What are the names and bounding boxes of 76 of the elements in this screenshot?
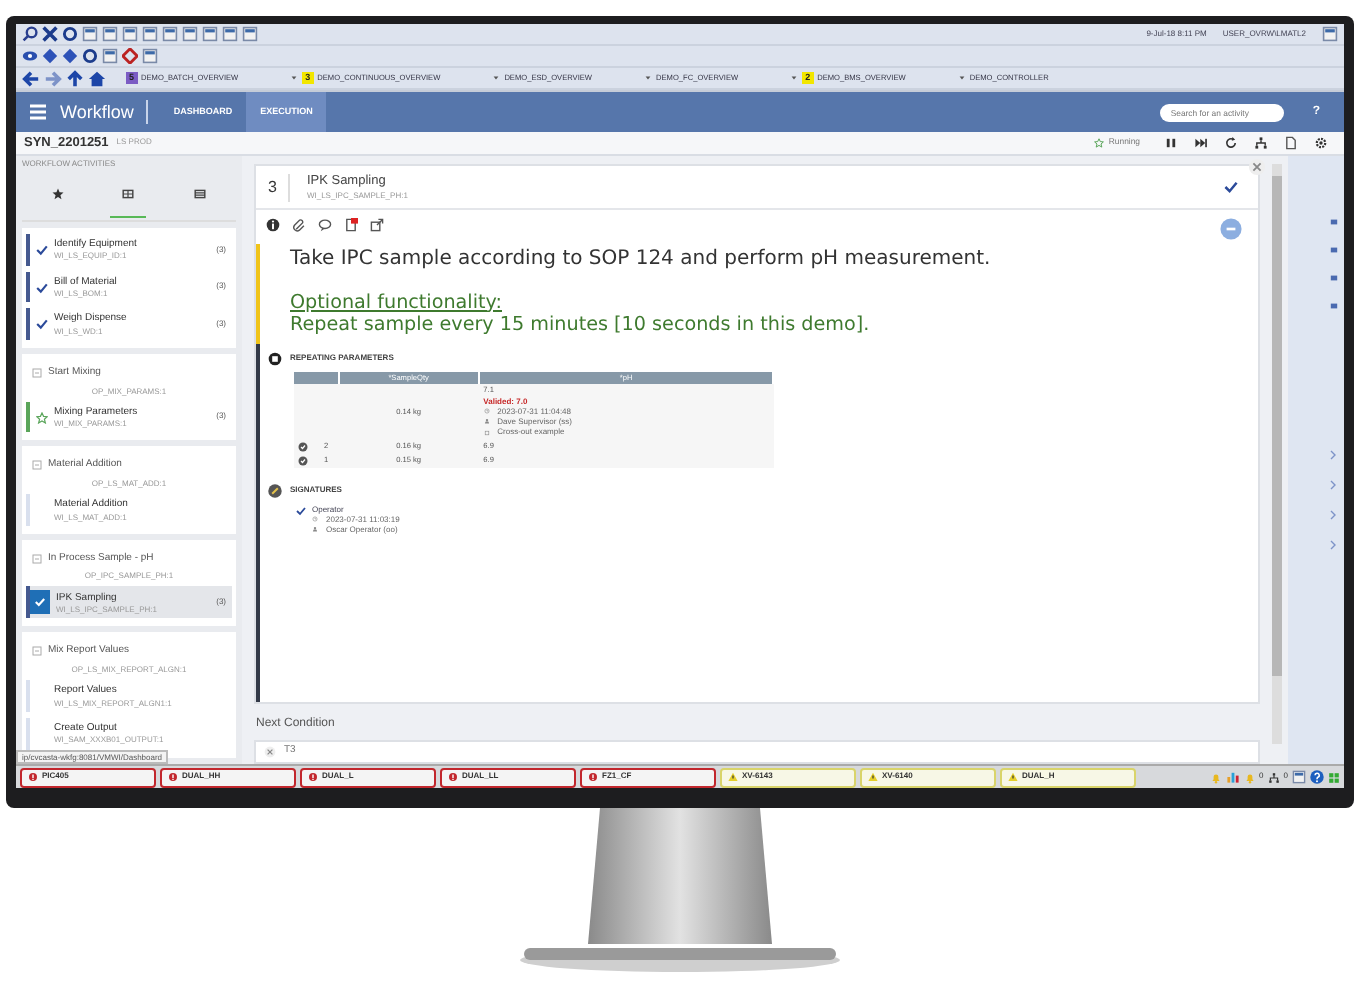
window-icon[interactable] <box>202 26 218 42</box>
bar-icon[interactable] <box>1330 244 1338 256</box>
error-icon <box>588 772 598 782</box>
list-icon <box>194 188 207 201</box>
window-icon[interactable] <box>102 48 118 64</box>
parameters-icon <box>268 351 282 366</box>
window-icon[interactable] <box>102 26 118 42</box>
menu-icon[interactable] <box>28 102 48 122</box>
window-icon[interactable] <box>142 26 158 42</box>
window-icon[interactable] <box>82 26 98 42</box>
window-icon[interactable] <box>122 26 138 42</box>
clock-icon <box>483 408 490 415</box>
bar-icon[interactable] <box>1330 300 1338 312</box>
collapse-icon[interactable] <box>1248 158 1266 176</box>
comment-icon[interactable] <box>318 218 332 232</box>
app-title: Workflow <box>60 101 134 123</box>
check-icon <box>36 243 48 256</box>
bar-chart-icon[interactable] <box>1225 770 1240 784</box>
skip-icon[interactable] <box>1194 136 1208 150</box>
hierarchy-icon[interactable] <box>1254 136 1268 150</box>
tiles-icon[interactable] <box>1328 771 1340 783</box>
paperclip-icon[interactable] <box>292 218 306 232</box>
user-icon <box>312 526 318 533</box>
window-icon[interactable] <box>1292 770 1306 784</box>
window-icon[interactable] <box>1322 26 1338 42</box>
bar-icon[interactable] <box>1330 272 1338 284</box>
check-icon <box>36 318 48 331</box>
window-icon[interactable] <box>142 48 158 64</box>
diamond-icon[interactable] <box>122 48 138 64</box>
caret-icon <box>957 73 966 82</box>
star-icon <box>1094 138 1105 148</box>
settings-icon[interactable] <box>1314 136 1328 150</box>
star-icon <box>51 188 64 201</box>
instruction-text: Take IPC sample according to SOP 124 and perform pH measurement. <box>290 248 993 271</box>
warning-icon <box>728 772 738 782</box>
step-number: 3 <box>256 173 291 201</box>
info-icon[interactable] <box>266 218 280 232</box>
pencil-icon <box>268 483 282 498</box>
up-arrow-icon[interactable] <box>66 69 84 87</box>
window-icon[interactable] <box>222 26 238 42</box>
error-icon <box>28 772 38 782</box>
external-link-icon[interactable] <box>370 218 384 232</box>
warning-icon <box>868 772 878 782</box>
check-icon <box>36 281 48 294</box>
scrollbar-thumb[interactable] <box>1272 176 1282 676</box>
optional-text: Repeat sample every 15 minutes [10 seconds in this demo]. <box>290 313 872 336</box>
back-arrow-icon[interactable] <box>22 69 40 87</box>
grid-icon <box>122 188 135 201</box>
user-icon <box>483 418 490 425</box>
star-icon <box>36 411 48 424</box>
condition-icon <box>264 745 276 758</box>
document-icon[interactable] <box>344 218 358 232</box>
hierarchy-icon[interactable] <box>1267 771 1280 783</box>
caret-icon <box>290 73 299 82</box>
close-icon[interactable] <box>42 26 58 42</box>
help-icon[interactable] <box>1310 770 1324 784</box>
warning-icon <box>1008 772 1018 782</box>
caret-icon <box>644 73 653 82</box>
document-icon[interactable] <box>1284 136 1298 150</box>
pause-icon[interactable] <box>1164 136 1178 150</box>
error-icon <box>168 772 178 782</box>
search-icon[interactable] <box>22 26 38 42</box>
check-icon <box>30 590 50 615</box>
window-icon[interactable] <box>242 26 258 42</box>
window-icon[interactable] <box>162 26 178 42</box>
optional-heading: Optional functionality: <box>290 291 504 314</box>
home-icon[interactable] <box>88 69 106 87</box>
bar-icon[interactable] <box>1330 216 1338 228</box>
error-icon <box>308 772 318 782</box>
error-icon <box>448 772 458 782</box>
refresh-icon[interactable] <box>1224 136 1238 150</box>
eye-icon[interactable] <box>22 48 38 64</box>
caret-icon <box>790 73 799 82</box>
window-icon[interactable] <box>182 26 198 42</box>
caret-icon <box>492 73 501 82</box>
clock-icon <box>312 516 318 523</box>
